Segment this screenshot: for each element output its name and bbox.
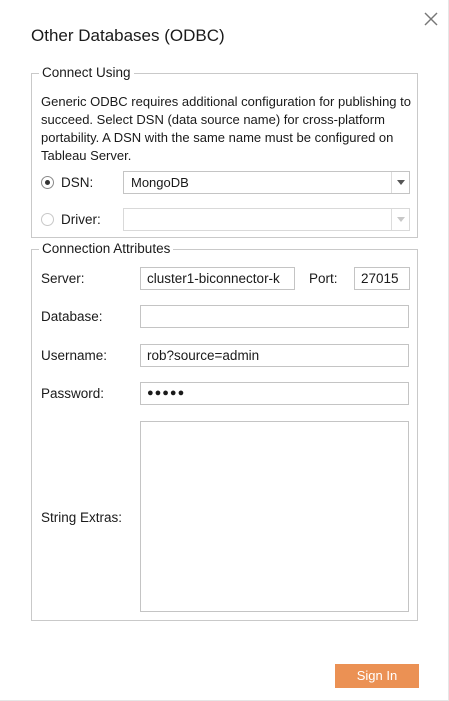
chevron-down-icon[interactable] — [391, 172, 409, 193]
connect-using-group: Connect Using Generic ODBC requires addi… — [31, 65, 418, 238]
connect-using-legend: Connect Using — [39, 65, 134, 80]
password-label: Password: — [41, 386, 105, 401]
driver-select[interactable] — [123, 208, 410, 231]
close-icon[interactable] — [422, 10, 440, 28]
dialog-title: Other Databases (ODBC) — [31, 26, 225, 45]
dsn-label: DSN: — [61, 174, 94, 190]
connection-attributes-group: Connection Attributes Server: cluster1-b… — [31, 241, 418, 621]
server-label: Server: — [41, 271, 85, 286]
sign-in-button[interactable]: Sign In — [335, 664, 419, 688]
driver-radio[interactable] — [41, 212, 54, 226]
username-label: Username: — [41, 348, 108, 363]
database-label: Database: — [41, 309, 103, 324]
chevron-down-icon[interactable] — [391, 209, 409, 230]
connect-using-description: Generic ODBC requires additional configu… — [41, 94, 411, 163]
dsn-select[interactable]: MongoDB — [123, 171, 410, 194]
port-label: Port: — [309, 271, 338, 286]
dsn-radio-row[interactable]: DSN: — [41, 172, 93, 192]
connection-attributes-legend: Connection Attributes — [39, 241, 174, 256]
database-input[interactable] — [140, 305, 409, 328]
odbc-dialog: Other Databases (ODBC) Connect Using Gen… — [0, 0, 449, 701]
server-input[interactable]: cluster1-biconnector-k — [140, 267, 295, 290]
driver-label: Driver: — [61, 211, 101, 227]
username-input[interactable]: rob?source=admin — [140, 344, 409, 367]
dsn-select-value: MongoDB — [131, 175, 189, 190]
port-input[interactable]: 27015 — [354, 267, 410, 290]
password-input[interactable]: ●●●●● — [140, 382, 409, 405]
string-extras-label: String Extras: — [41, 510, 123, 525]
driver-radio-row[interactable]: Driver: — [41, 209, 101, 229]
dsn-radio[interactable] — [41, 175, 54, 189]
string-extras-textarea[interactable] — [140, 421, 409, 612]
